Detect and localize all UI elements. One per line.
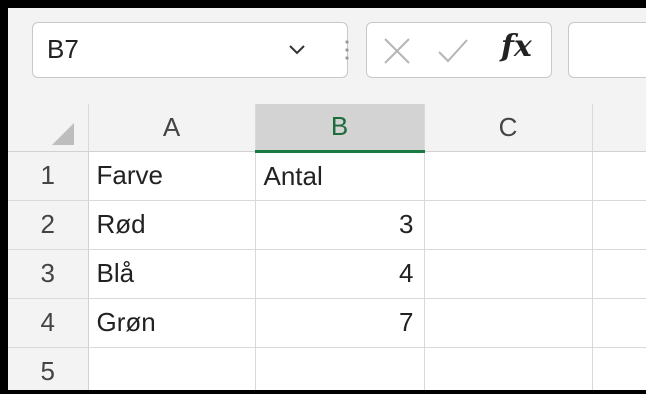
cell-c5[interactable] <box>424 347 593 390</box>
select-all-icon <box>52 123 74 146</box>
cell-a4[interactable]: Grøn <box>88 298 256 348</box>
excel-window: B7 fx A B C 1 Farve Antal 2 Rød 3 3 Blå … <box>8 8 646 390</box>
name-box-value: B7 <box>47 34 79 64</box>
cell-d1[interactable] <box>592 151 646 201</box>
table-row: 5 <box>8 347 646 390</box>
table-row: 4 Grøn 7 <box>8 298 646 348</box>
formula-input[interactable] <box>568 22 646 78</box>
column-header-b[interactable]: B <box>255 104 425 153</box>
row-header[interactable]: 5 <box>8 347 89 390</box>
spreadsheet-grid: A B C 1 Farve Antal 2 Rød 3 3 Blå 4 4 Gr… <box>8 104 646 390</box>
row-header[interactable]: 3 <box>8 249 89 299</box>
cell-b2[interactable]: 3 <box>255 200 425 250</box>
cell-d2[interactable] <box>592 200 646 250</box>
column-header-d[interactable] <box>592 104 646 152</box>
formula-bar: B7 fx <box>8 8 646 104</box>
cell-a3[interactable]: Blå <box>88 249 256 299</box>
table-row: 1 Farve Antal <box>8 151 646 201</box>
name-box[interactable]: B7 <box>32 22 348 78</box>
cell-b5[interactable] <box>255 347 425 390</box>
column-header-row: A B C <box>8 104 646 153</box>
cell-a2[interactable]: Rød <box>88 200 256 250</box>
cell-d4[interactable] <box>592 298 646 348</box>
cancel-icon[interactable] <box>379 33 415 69</box>
column-header-c[interactable]: C <box>424 104 593 152</box>
cell-a5[interactable] <box>88 347 256 390</box>
cell-d5[interactable] <box>592 347 646 390</box>
more-options-icon[interactable] <box>342 28 352 72</box>
cell-c4[interactable] <box>424 298 593 348</box>
cell-c2[interactable] <box>424 200 593 250</box>
table-row: 2 Rød 3 <box>8 200 646 250</box>
enter-icon[interactable] <box>435 33 471 69</box>
cell-a1[interactable]: Farve <box>88 151 256 201</box>
row-header[interactable]: 1 <box>8 151 89 201</box>
formula-buttons: fx <box>366 22 552 78</box>
cell-c3[interactable] <box>424 249 593 299</box>
table-row: 3 Blå 4 <box>8 249 646 299</box>
cell-d3[interactable] <box>592 249 646 299</box>
row-header[interactable]: 2 <box>8 200 89 250</box>
cell-b4[interactable]: 7 <box>255 298 425 348</box>
column-header-a[interactable]: A <box>88 104 256 152</box>
cell-c1[interactable] <box>424 151 593 201</box>
insert-function-button[interactable]: fx <box>501 29 532 64</box>
row-header[interactable]: 4 <box>8 298 89 348</box>
cell-b1[interactable]: Antal <box>255 151 425 201</box>
select-all-corner[interactable] <box>8 104 89 152</box>
chevron-down-icon[interactable] <box>285 35 309 65</box>
cell-b3[interactable]: 4 <box>255 249 425 299</box>
